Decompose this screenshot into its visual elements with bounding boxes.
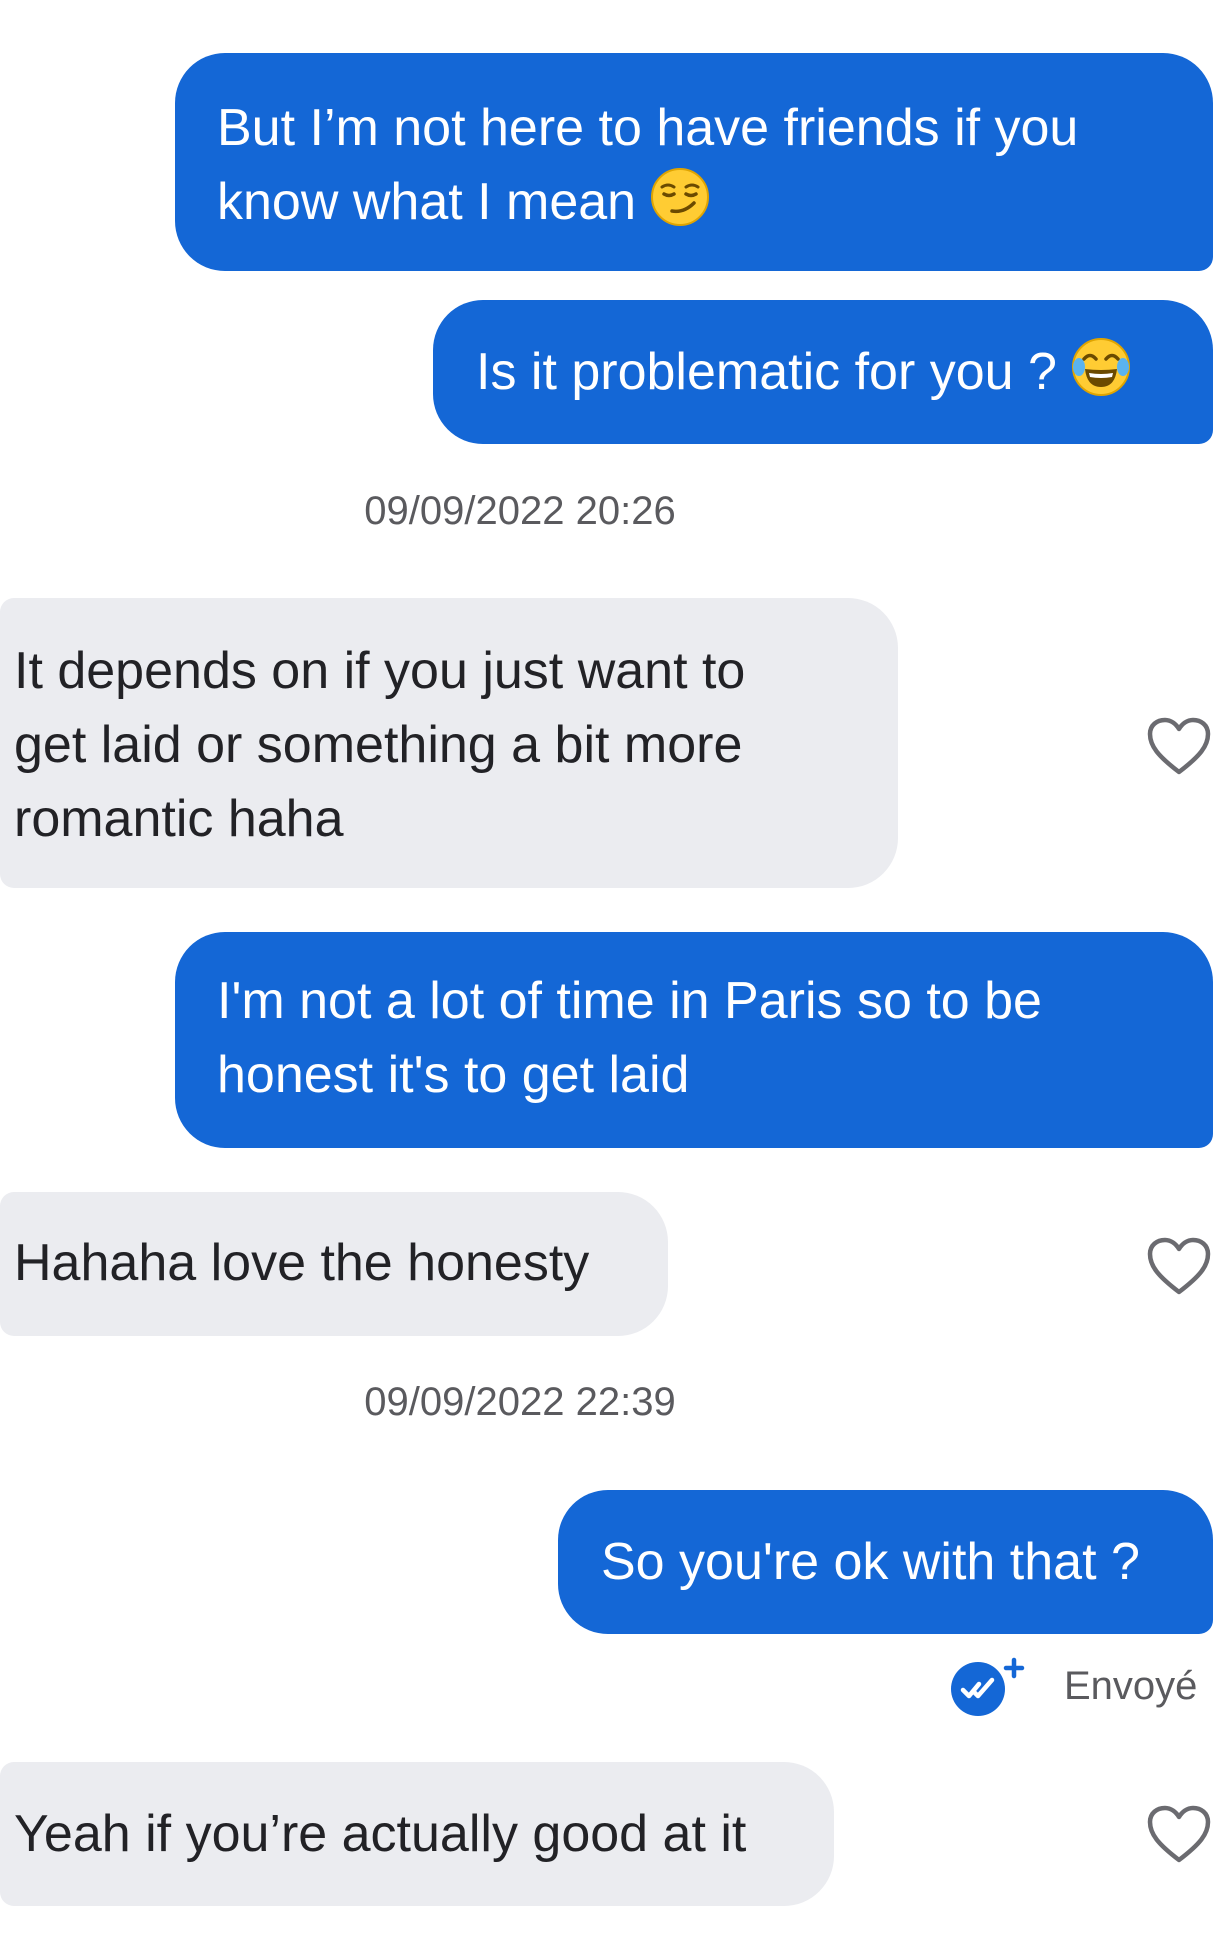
sent-check-plus-icon xyxy=(951,1657,1025,1716)
message-line: But I’m not here to have friends if you xyxy=(217,99,1079,157)
message-line: Is it problematic for you ? xyxy=(476,343,1057,401)
message-line: get laid or something a bit more xyxy=(14,716,743,774)
message-bubble-outgoing[interactable]: But I’m not here to have friends if you … xyxy=(175,53,1213,271)
message-line: So you're ok with that ? xyxy=(601,1533,1140,1591)
message-line: Hahaha love the honesty xyxy=(14,1234,590,1292)
message-bubble-outgoing[interactable]: I'm not a lot of time in Paris so to be … xyxy=(175,932,1213,1148)
delivery-status: Envoyé xyxy=(948,1656,1197,1716)
heart-outline-icon[interactable] xyxy=(1146,716,1212,778)
heart-outline-icon[interactable] xyxy=(1146,1804,1212,1866)
heart-outline-icon[interactable] xyxy=(1146,1236,1212,1298)
timestamp-divider: 09/09/2022 22:39 xyxy=(364,1380,676,1424)
message-line: know what I mean xyxy=(217,173,637,231)
tears-of-joy-emoji-icon xyxy=(1071,338,1130,396)
message-line: I'm not a lot of time in Paris so to be xyxy=(217,972,1042,1030)
smirking-face-emoji-icon xyxy=(651,168,710,226)
message-bubble-incoming[interactable]: Hahaha love the honesty xyxy=(0,1192,668,1336)
message-bubble-outgoing[interactable]: So you're ok with that ? xyxy=(558,1490,1213,1634)
message-bubble-incoming[interactable]: It depends on if you just want to get la… xyxy=(0,598,898,888)
message-line: honest it's to get laid xyxy=(217,1046,690,1104)
message-line: Yeah if you’re actually good at it xyxy=(14,1805,747,1863)
timestamp-divider: 09/09/2022 20:26 xyxy=(364,489,676,533)
message-line: romantic haha xyxy=(14,790,344,848)
delivery-status-label: Envoyé xyxy=(1064,1663,1198,1708)
message-bubble-outgoing[interactable]: Is it problematic for you ? xyxy=(433,300,1213,444)
message-bubble-incoming[interactable]: Yeah if you’re actually good at it xyxy=(0,1762,834,1906)
message-line: It depends on if you just want to xyxy=(14,642,746,700)
